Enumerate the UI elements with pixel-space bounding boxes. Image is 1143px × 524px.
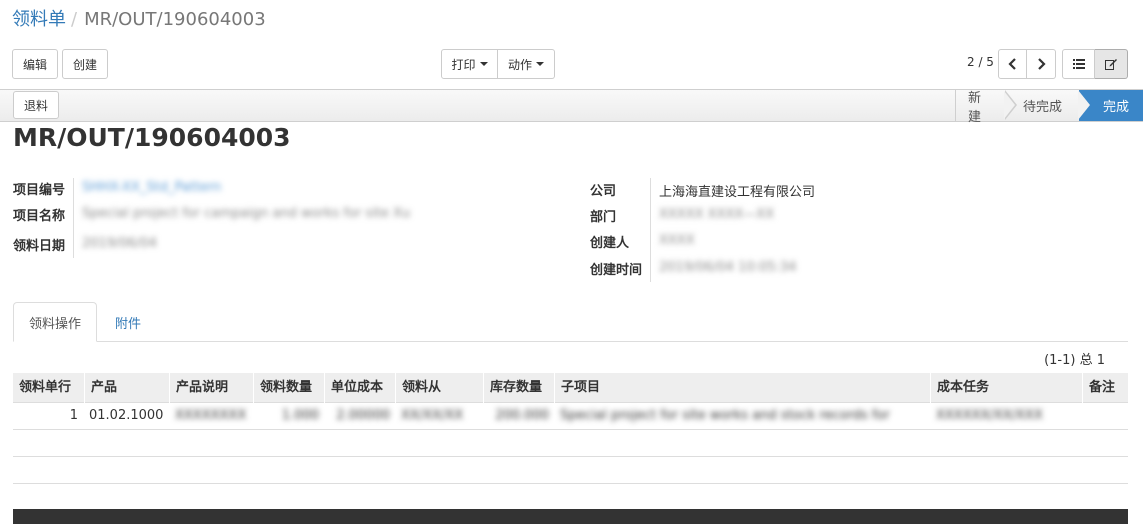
table-header: 领料单行 产品 产品说明 领料数量 单位成本 领料从 库存数量 子项目 成本任务…: [13, 373, 1128, 403]
breadcrumb: 领料单 / MR/OUT/190604003: [12, 8, 266, 32]
table-row-empty: [13, 457, 1128, 484]
tab-attachments[interactable]: 附件: [102, 302, 154, 342]
field-label-issue-date: 领料日期: [13, 239, 66, 254]
column-header-description[interactable]: 产品说明: [169, 373, 253, 403]
stage-new[interactable]: 新建: [955, 90, 1017, 125]
column-header-stock[interactable]: 库存数量: [483, 373, 554, 403]
status-bar: 退料 新建 待完成 完成: [0, 89, 1143, 125]
field-value-project-name: Special project for campaign and works f…: [82, 206, 411, 221]
column-header-source[interactable]: 领料从: [395, 373, 483, 403]
column-header-unit-cost[interactable]: 单位成本: [324, 373, 395, 403]
tabs-divider: [13, 341, 1128, 342]
tab-issue-operations[interactable]: 领料操作: [13, 302, 97, 342]
chevron-right-icon: [1078, 90, 1090, 120]
column-header-product[interactable]: 产品: [84, 373, 169, 403]
breadcrumb-current: MR/OUT/190604003: [84, 9, 266, 30]
cell-source: XX/XX/XX: [401, 408, 464, 423]
breadcrumb-separator: /: [71, 9, 78, 30]
table-row[interactable]: 1 01.02.1000 XXXXXXXX 1.000 2.00000 XX/X…: [13, 403, 1128, 430]
stage-pipeline: 新建 待完成 完成: [955, 90, 1143, 125]
cell-product: 01.02.1000: [89, 408, 164, 423]
column-header-cost-task[interactable]: 成本任务: [930, 373, 1082, 403]
field-label-created-time: 创建时间: [590, 263, 643, 278]
cell-unit-cost: 2.00000: [336, 408, 390, 423]
list-icon: [1072, 59, 1085, 69]
cell-description: XXXXXXXX: [175, 408, 247, 423]
field-value-created-time: 2019/06/04 10:05:34: [659, 260, 797, 275]
cell-stock: 200.000: [495, 408, 549, 423]
stage-done-label: 完成: [1103, 100, 1130, 115]
field-label-creator: 创建人: [590, 236, 630, 251]
chevron-right-icon: [1004, 90, 1017, 120]
create-button[interactable]: 创建: [62, 49, 108, 79]
edit-form-icon: [1105, 59, 1117, 70]
pager-counter: 2 / 5: [967, 55, 994, 69]
print-dropdown-button[interactable]: 打印: [441, 49, 498, 79]
field-value-issue-date: 2019/06/04: [82, 236, 157, 251]
cell-subproject: Special project for site works and stock…: [560, 408, 890, 423]
breadcrumb-parent-link[interactable]: 领料单: [12, 9, 66, 30]
stage-new-label: 新建: [968, 90, 982, 125]
column-header-note[interactable]: 备注: [1082, 373, 1128, 403]
field-label-department: 部门: [590, 210, 617, 225]
action-dropdown-button[interactable]: 动作: [498, 49, 555, 79]
cell-cost-task: XXXXXX/XX/XXX: [936, 408, 1043, 423]
table-row-empty: [13, 430, 1128, 457]
stage-pending-label: 待完成: [1023, 100, 1063, 115]
field-value-project-code[interactable]: SHHX-XX_Std_Pattern: [82, 180, 221, 195]
cell-note: [1088, 403, 1128, 429]
edit-button[interactable]: 编辑: [12, 49, 58, 79]
column-header-quantity[interactable]: 领料数量: [253, 373, 324, 403]
field-label-project-name: 项目名称: [13, 209, 66, 224]
chevron-right-icon: [1038, 58, 1046, 70]
chevron-left-icon: [1007, 58, 1016, 70]
action-label: 动作: [507, 57, 532, 72]
caret-down-icon: [479, 62, 488, 66]
field-separator: [73, 178, 74, 258]
caret-down-icon: [536, 62, 544, 66]
column-header-line[interactable]: 领料单行: [13, 373, 84, 403]
field-separator: [650, 178, 651, 282]
record-count: (1-1) 总 1: [1044, 353, 1105, 368]
return-material-button[interactable]: 退料: [13, 91, 59, 119]
field-value-company: 上海海直建设工程有限公司: [659, 185, 816, 200]
field-label-company: 公司: [590, 184, 617, 199]
cell-line: 1: [69, 408, 78, 423]
form-view-button[interactable]: [1095, 49, 1128, 79]
field-value-department: XXXXX XXXX—XX: [659, 207, 775, 222]
column-header-subproject[interactable]: 子项目: [554, 373, 930, 403]
print-label: 打印: [451, 57, 476, 72]
pager-previous-button[interactable]: [998, 49, 1027, 79]
table-footer-bar: [13, 509, 1128, 524]
field-value-creator: XXXX: [659, 233, 695, 248]
record-title: MR/OUT/190604003: [13, 123, 291, 152]
stage-done: 完成: [1078, 90, 1143, 121]
pager-next-button[interactable]: [1027, 49, 1056, 79]
list-view-button[interactable]: [1062, 49, 1095, 79]
field-label-project-code: 项目编号: [13, 183, 66, 198]
cell-quantity: 1.000: [281, 408, 319, 423]
